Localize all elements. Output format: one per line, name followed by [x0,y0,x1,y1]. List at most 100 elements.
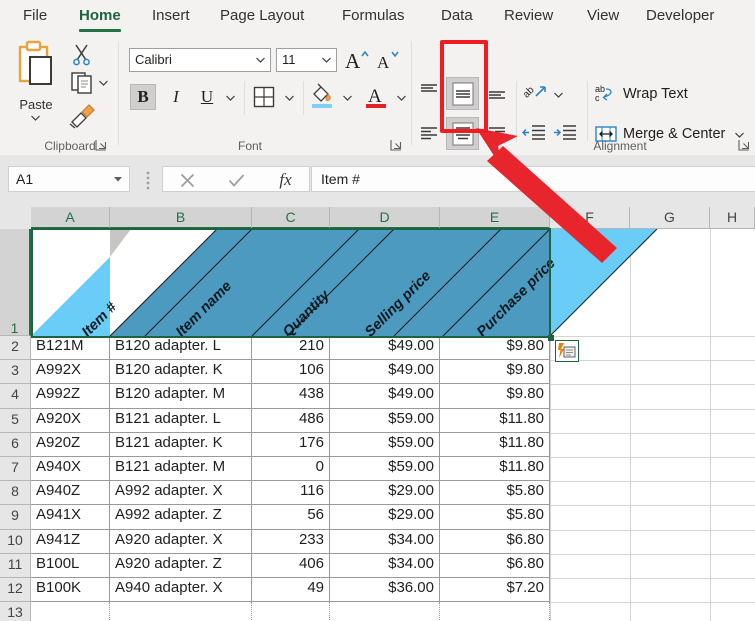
cell-B10[interactable]: A920 adapter. X [110,529,252,554]
bold-button[interactable]: B [130,84,156,110]
cell-A8[interactable]: A940Z [31,481,110,506]
cell-A12[interactable]: B100K [31,578,110,603]
font-color-button[interactable]: A [362,82,390,110]
cell-E13[interactable] [440,602,550,621]
cell-D9[interactable]: $29.00 [330,505,440,530]
copy-chevron-down-icon[interactable] [99,80,108,86]
confirm-button[interactable] [212,167,261,193]
row-header-5[interactable]: 5 [0,408,31,433]
cell-D10[interactable]: $34.00 [330,529,440,554]
top-align-button[interactable] [418,79,440,105]
fill-color-button[interactable] [308,82,336,110]
cell-B4[interactable]: B120 adapter. M [110,384,252,409]
worksheet-grid[interactable]: ABCDEFGH 1 2 3 4 5 6 7 8 9 10 11 12 13 I… [0,207,755,621]
cell-D2[interactable]: $49.00 [330,336,440,361]
cell-E4[interactable]: $9.80 [440,384,550,409]
cell-C5[interactable]: 486 [252,408,330,433]
cell-A3[interactable]: A992X [31,360,110,385]
fill-handle[interactable] [548,335,554,341]
cell-D3[interactable]: $49.00 [330,360,440,385]
cell-B2[interactable]: B120 adapter. L [110,336,252,361]
formula-input[interactable]: Item # [311,166,755,192]
row-header-1[interactable]: 1 [0,229,31,336]
middle-align-button[interactable] [446,77,479,110]
row-header-13[interactable]: 13 [0,602,31,621]
clipboard-dialog-launcher[interactable] [95,139,108,152]
column-header-C[interactable]: C [252,207,330,229]
orientation-chevron-down-icon[interactable] [554,92,563,98]
cell-B11[interactable]: A920 adapter. Z [110,553,252,578]
shrink-font-button[interactable]: A [375,47,403,73]
column-header-B[interactable]: B [110,207,252,229]
ribbon-tab-review[interactable]: Review [495,0,562,33]
row-header-6[interactable]: 6 [0,432,31,457]
font-dialog-launcher[interactable] [390,139,403,152]
cell-A11[interactable]: B100L [31,553,110,578]
cell-E12[interactable]: $7.20 [440,578,550,603]
row-header-4[interactable]: 4 [0,384,31,409]
cell-E10[interactable]: $6.80 [440,529,550,554]
rotated-header-row[interactable]: Item # Item name Quantity Selling price … [31,229,755,340]
cell-C3[interactable]: 106 [252,360,330,385]
cell-C11[interactable]: 406 [252,553,330,578]
ribbon-tab-file[interactable]: File [14,0,56,33]
formula-bar-grip[interactable] [146,171,150,191]
font-color-chevron-down-icon[interactable] [397,95,406,101]
fill-color-chevron-down-icon[interactable] [343,95,352,101]
column-header-F[interactable]: F [550,207,630,229]
cell-A4[interactable]: A992Z [31,384,110,409]
cell-E2[interactable]: $9.80 [440,336,550,361]
cell-E6[interactable]: $11.80 [440,432,550,457]
font-name-combo[interactable]: Calibri [129,48,271,72]
row-header-9[interactable]: 9 [0,505,31,530]
copy-button[interactable] [70,71,96,100]
ribbon-tab-developer[interactable]: Developer [637,0,723,33]
alignment-dialog-launcher[interactable] [738,139,751,152]
cell-E5[interactable]: $11.80 [440,408,550,433]
cell-D4[interactable]: $49.00 [330,384,440,409]
column-header-A[interactable]: A [31,207,110,229]
row-header-10[interactable]: 10 [0,529,31,554]
cell-B8[interactable]: A992 adapter. X [110,481,252,506]
cell-A2[interactable]: B121M [31,336,110,361]
cell-A5[interactable]: A920X [31,408,110,433]
cell-A13[interactable] [31,602,110,621]
name-box[interactable]: A1 [8,166,130,192]
center-align-button[interactable] [446,117,479,150]
row-header-7[interactable]: 7 [0,457,31,482]
row-header-8[interactable]: 8 [0,481,31,506]
cell-C13[interactable] [252,602,330,621]
cell-C7[interactable]: 0 [252,457,330,482]
cell-C8[interactable]: 116 [252,481,330,506]
cell-C6[interactable]: 176 [252,432,330,457]
align-right-button[interactable] [486,121,508,147]
ribbon-tab-data[interactable]: Data [432,0,482,33]
cell-E7[interactable]: $11.80 [440,457,550,482]
cell-C10[interactable]: 233 [252,529,330,554]
row-header-3[interactable]: 3 [0,360,31,385]
cell-D11[interactable]: $34.00 [330,553,440,578]
cell-D5[interactable]: $59.00 [330,408,440,433]
cell-B9[interactable]: A992 adapter. Z [110,505,252,530]
column-header-D[interactable]: D [330,207,440,229]
format-painter-button[interactable] [68,103,96,134]
cell-D6[interactable]: $59.00 [330,432,440,457]
cell-A6[interactable]: A920Z [31,432,110,457]
cell-B13[interactable] [110,602,252,621]
cell-B7[interactable]: B121 adapter. M [110,457,252,482]
column-header-H[interactable]: H [710,207,755,229]
bottom-align-button[interactable] [486,79,508,105]
cell-D12[interactable]: $36.00 [330,578,440,603]
underline-chevron-down-icon[interactable] [226,95,235,101]
cell-A7[interactable]: A940X [31,457,110,482]
cell-D7[interactable]: $59.00 [330,457,440,482]
paste-button[interactable]: Paste [8,39,64,137]
grow-font-button[interactable]: A [344,47,372,73]
column-header-G[interactable]: G [630,207,710,229]
cell-E8[interactable]: $5.80 [440,481,550,506]
cell-B3[interactable]: B120 adapter. K [110,360,252,385]
merge-center-chevron-down-icon[interactable] [735,132,744,138]
align-left-button[interactable] [418,121,440,147]
insert-function-button[interactable]: fx [261,167,310,193]
cell-B12[interactable]: A940 adapter. X [110,578,252,603]
